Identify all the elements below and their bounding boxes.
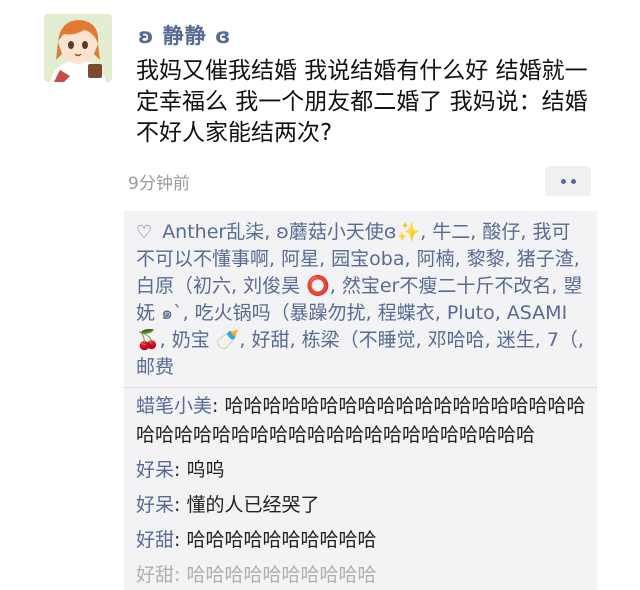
anime-avatar-image [44,14,112,82]
comment-text: 哈哈哈哈哈哈哈哈哈哈 [186,529,377,551]
comment-item[interactable]: 好甜: 哈哈哈哈哈哈哈哈哈哈 [136,561,587,590]
dot-icon [560,178,566,184]
comment-author[interactable]: 好呆 [136,459,174,481]
more-actions-button[interactable] [545,166,591,196]
post-timestamp: 9分钟前 [128,174,190,194]
comment-item[interactable]: 蜡笔小美: 哈哈哈哈哈哈哈哈哈哈哈哈哈哈哈哈哈哈哈哈哈哈哈哈哈哈哈哈哈哈哈哈哈哈… [136,392,587,450]
post-text: 我妈又催我结婚 我说结婚有什么好 结婚就一定幸福么 我一个朋友都二婚了 我妈说：… [136,58,588,146]
comment-item[interactable]: 好甜: 哈哈哈哈哈哈哈哈哈哈 [136,526,587,555]
comment-author[interactable]: 好甜 [136,529,174,551]
feedback-panel: ♡ Anther乱柒, ʚ蘑菇小天使ɞ✨, 牛二, 酸仔, 我可不可以不懂事啊,… [124,211,597,590]
comment-item[interactable]: 好呆: 呜呜 [136,456,587,485]
comment-item[interactable]: 好呆: 懂的人已经哭了 [136,491,587,520]
post-username[interactable]: ʚ 静静 ɞ [138,20,231,50]
comment-text: 呜呜 [186,459,225,481]
comment-text: 哈哈哈哈哈哈哈哈哈哈 [186,564,377,586]
dot-icon [570,178,576,184]
likes-names[interactable]: Anther乱柒, ʚ蘑菇小天使ɞ✨, 牛二, 酸仔, 我可不可以不懂事啊, 阿… [136,221,584,378]
likes-list: ♡ Anther乱柒, ʚ蘑菇小天使ɞ✨, 牛二, 酸仔, 我可不可以不懂事啊,… [124,211,597,387]
comment-text: 懂的人已经哭了 [186,494,320,516]
comment-author[interactable]: 好甜 [136,564,174,586]
comment-author[interactable]: 好呆 [136,494,174,516]
heart-outline-icon: ♡ [136,222,153,243]
comments-list: 蜡笔小美: 哈哈哈哈哈哈哈哈哈哈哈哈哈哈哈哈哈哈哈哈哈哈哈哈哈哈哈哈哈哈哈哈哈哈… [124,388,597,590]
comment-author[interactable]: 蜡笔小美 [136,395,212,417]
avatar[interactable] [44,14,112,82]
